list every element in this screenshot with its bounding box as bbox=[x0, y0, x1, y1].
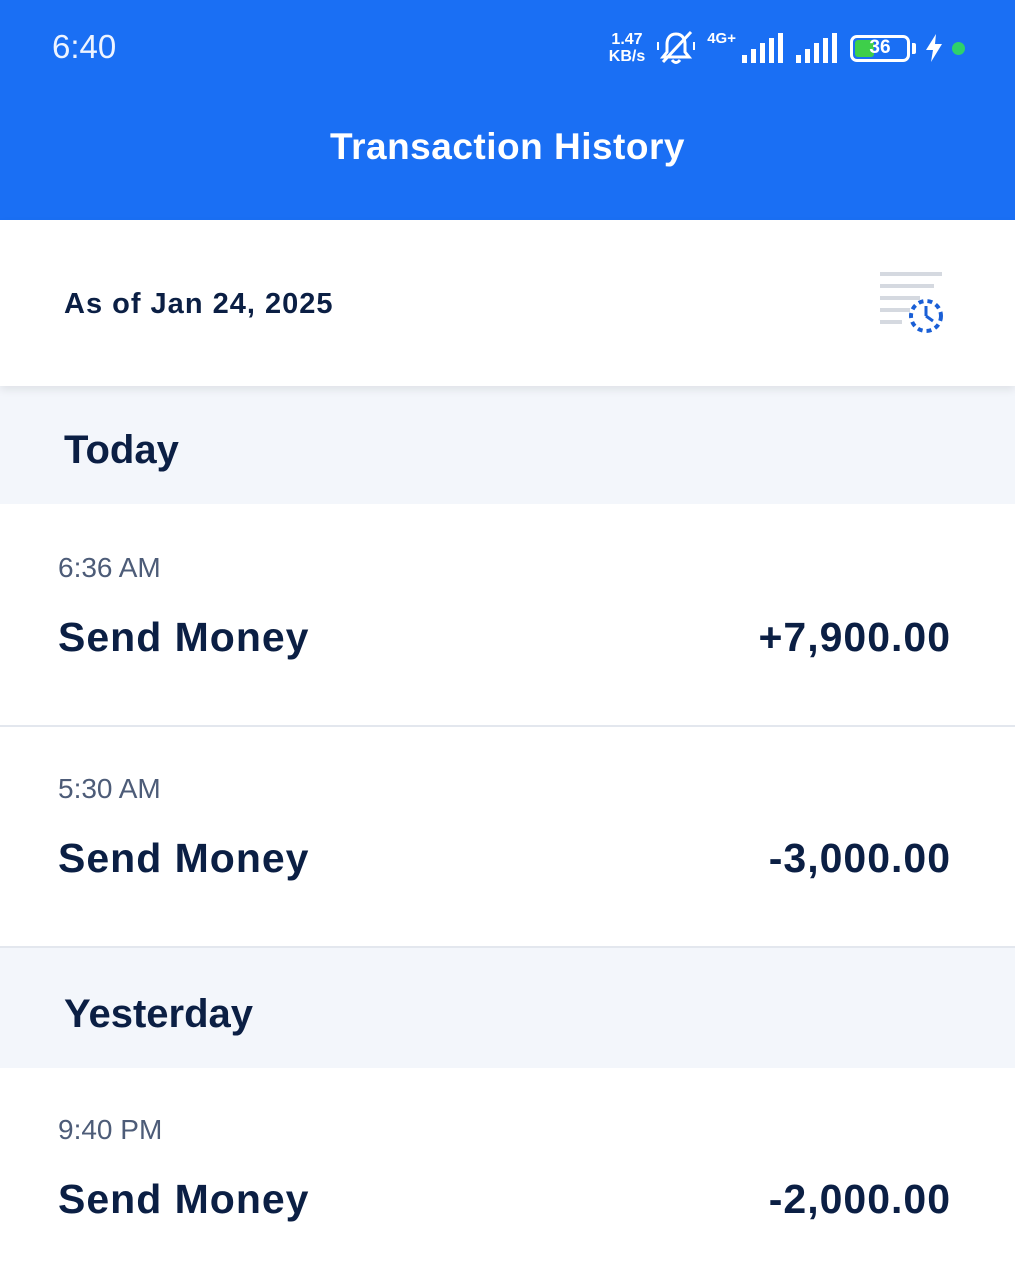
section-label: Today bbox=[64, 428, 179, 472]
history-filter-button[interactable] bbox=[874, 266, 950, 338]
as-of-date: As of Jan 24, 2025 bbox=[64, 288, 334, 320]
status-bar-icons: 1.47 KB/s 4G+ 36 bbox=[609, 28, 965, 68]
charging-bolt-icon bbox=[926, 34, 942, 62]
transaction-amount: +7,900.00 bbox=[758, 614, 951, 660]
transaction-row[interactable]: 9:40 PM Send Money -2,000.00 bbox=[0, 1068, 1015, 1280]
transaction-title: Send Money bbox=[58, 1176, 310, 1222]
transaction-time: 6:36 AM bbox=[58, 552, 161, 583]
transaction-amount: -2,000.00 bbox=[768, 1176, 951, 1222]
transaction-title: Send Money bbox=[58, 835, 310, 881]
transaction-amount: -3,000.00 bbox=[768, 835, 951, 881]
transaction-time: 5:30 AM bbox=[58, 773, 161, 804]
signal-bars-icon-2 bbox=[796, 33, 840, 63]
network-type-label: 4G+ bbox=[707, 29, 736, 47]
transaction-time: 9:40 PM bbox=[58, 1114, 163, 1145]
network-speed-unit: KB/s bbox=[608, 48, 646, 65]
privacy-indicator-dot bbox=[952, 41, 965, 55]
section-header-yesterday: Yesterday bbox=[0, 948, 1015, 1068]
page-title: Transaction History bbox=[330, 126, 685, 167]
battery-level: 36 bbox=[869, 37, 891, 58]
transaction-row[interactable]: 6:36 AM Send Money +7,900.00 bbox=[0, 504, 1015, 726]
battery-tip bbox=[912, 42, 916, 54]
as-of-bar: As of Jan 24, 2025 bbox=[0, 220, 1015, 386]
section-label: Yesterday bbox=[64, 992, 254, 1036]
history-clock-icon bbox=[874, 272, 950, 342]
network-speed-value: 1.47 bbox=[611, 31, 643, 48]
mute-bell-icon bbox=[655, 30, 697, 66]
battery-icon: 36 bbox=[850, 34, 910, 62]
section-header-today: Today bbox=[0, 386, 1015, 504]
app-header: 6:40 1.47 KB/s 4G+ 36 Transaction Histor… bbox=[0, 0, 1015, 220]
signal-bars-icon bbox=[742, 33, 786, 63]
network-speed: 1.47 KB/s bbox=[609, 31, 645, 65]
status-time: 6:40 bbox=[52, 28, 117, 65]
transaction-row[interactable]: 5:30 AM Send Money -3,000.00 bbox=[0, 727, 1015, 947]
transaction-title: Send Money bbox=[58, 614, 310, 660]
